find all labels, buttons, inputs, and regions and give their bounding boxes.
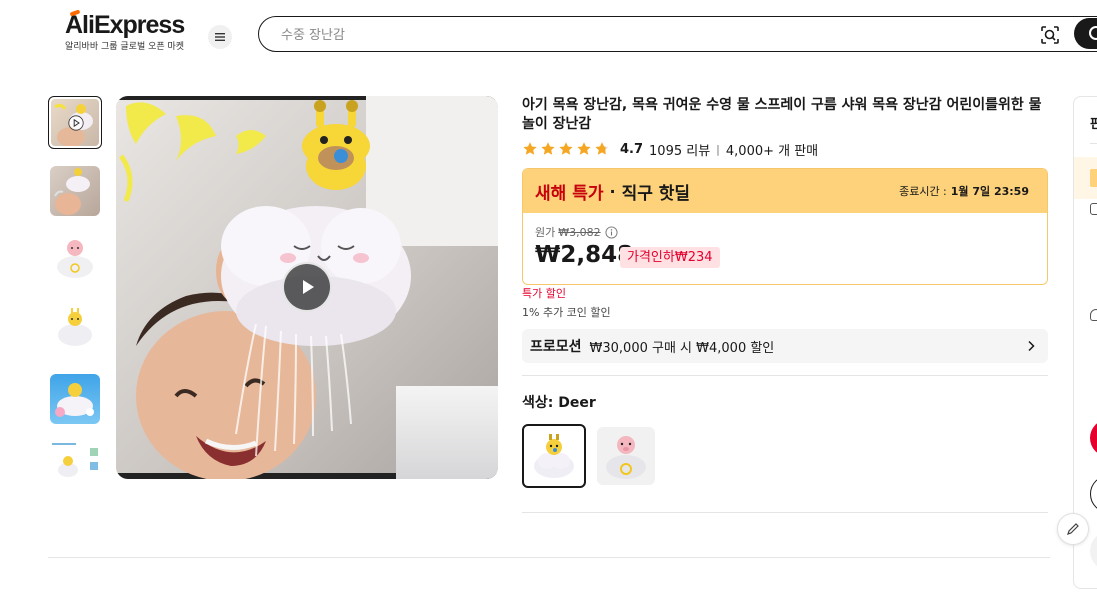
shipping-icon — [1090, 203, 1097, 215]
image-search-icon[interactable] — [1039, 24, 1061, 46]
thumbnail-2[interactable] — [50, 166, 100, 216]
variant-deer[interactable] — [522, 424, 586, 488]
original-price-row: 원가 ₩3,082 — [535, 224, 618, 240]
divider — [522, 512, 1048, 513]
original-price-label: 원가 — [535, 226, 556, 239]
logo-wordmark: AliExpress — [65, 9, 189, 39]
play-icon — [68, 115, 84, 131]
play-icon — [303, 280, 314, 294]
buy-now-button[interactable] — [1090, 419, 1097, 457]
product-video[interactable] — [116, 96, 498, 479]
info-icon[interactable] — [605, 225, 618, 239]
promotion-row[interactable]: 프로모션 ₩30,000 구매 시 ₩4,000 할인 — [522, 329, 1048, 363]
protection-icon — [1090, 309, 1097, 321]
deal-end-value: 1월 7일 23:59 — [950, 185, 1029, 198]
search-bar — [258, 16, 1097, 52]
thumbnail-3[interactable] — [50, 234, 100, 284]
hamburger-icon — [215, 33, 225, 41]
search-button[interactable] — [1074, 18, 1097, 49]
deal-subtitle: 직구 핫딜 — [621, 183, 691, 204]
search-icon — [1089, 26, 1097, 40]
rating-row: 4.7 1095 리뷰 | 4,000+ 개 판매 — [522, 140, 819, 159]
thumbnail-video[interactable] — [48, 96, 102, 149]
star-icon — [523, 142, 537, 155]
deal-header: 새해 특가 · 직구 핫딜 종료시간 :1월 7일 23:59 — [523, 169, 1047, 213]
thumbnail-image — [51, 99, 99, 146]
header: AliExpress 알리바바 그룹 글로벌 오픈 마켓 — [0, 0, 1097, 70]
add-to-cart-button[interactable] — [1090, 475, 1097, 513]
deal-box: 새해 특가 · 직구 핫딜 종료시간 :1월 7일 23:59 원가 ₩3,08… — [522, 168, 1048, 285]
star-icon — [577, 142, 591, 155]
promotion-tag: 프로모션 — [530, 339, 582, 355]
deal-title-dot: · — [609, 181, 616, 201]
separator: | — [716, 142, 720, 156]
variant-image — [527, 429, 581, 483]
promotion-text: ₩30,000 구매 시 ₩4,000 할인 — [589, 340, 775, 356]
product-info: 아기 목욕 장난감, 목욕 귀여운 수영 물 스프레이 구름 샤워 목욕 장난감… — [522, 96, 1048, 513]
star-half-icon — [595, 142, 609, 155]
logo-text: AliExpress — [65, 11, 185, 39]
logo-tagline: 알리바바 그룹 글로벌 오픈 마켓 — [65, 42, 185, 52]
deal-end-time: 종료시간 :1월 7일 23:59 — [899, 183, 1029, 199]
sold-count: 4,000+ 개 판매 — [725, 143, 819, 159]
play-button[interactable] — [282, 262, 332, 312]
divider — [522, 375, 1048, 376]
product-title: 아기 목욕 장난감, 목욕 귀여운 수영 물 스프레이 구름 샤워 목욕 장난감… — [522, 97, 1042, 132]
discount-badge: 가격인하₩234 — [620, 247, 720, 268]
variant-image — [597, 427, 655, 485]
chevron-right-icon — [1028, 340, 1035, 352]
deal-title: 새해 특가 — [535, 183, 604, 204]
star-icon — [559, 142, 573, 155]
sale-label: 특가 할인 — [522, 287, 566, 300]
color-label: 색상: Deer — [522, 395, 596, 411]
star-rating[interactable] — [522, 141, 610, 157]
wishlist-button[interactable] — [1090, 531, 1097, 571]
section-divider — [48, 557, 1050, 558]
thumbnail-4[interactable] — [50, 302, 100, 352]
current-price: ₩2,848 — [535, 242, 634, 268]
review-count-link[interactable]: 1095 리뷰 — [649, 140, 710, 159]
feedback-button[interactable] — [1057, 513, 1089, 545]
panel-title: 판 — [1090, 113, 1097, 132]
pencil-icon — [1067, 523, 1079, 535]
rating-value: 4.7 — [620, 141, 644, 157]
thumbnail-5[interactable] — [50, 374, 100, 424]
thumbnail-6[interactable] — [50, 440, 100, 478]
panel-badge — [1090, 169, 1097, 187]
menu-button[interactable] — [208, 25, 232, 49]
star-icon — [541, 142, 555, 155]
variant-pig[interactable] — [597, 427, 655, 485]
coin-discount-label: 1% 추가 코인 할인 — [522, 306, 611, 319]
divider — [1090, 143, 1097, 144]
search-input[interactable] — [281, 25, 981, 45]
price-area: 원가 ₩3,082 ₩2,848 가격인하₩234 — [523, 213, 1047, 284]
deal-end-label: 종료시간 : — [899, 185, 947, 198]
original-price: ₩3,082 — [558, 225, 601, 239]
aliexpress-logo[interactable]: AliExpress 알리바바 그룹 글로벌 오픈 마켓 — [65, 9, 189, 56]
